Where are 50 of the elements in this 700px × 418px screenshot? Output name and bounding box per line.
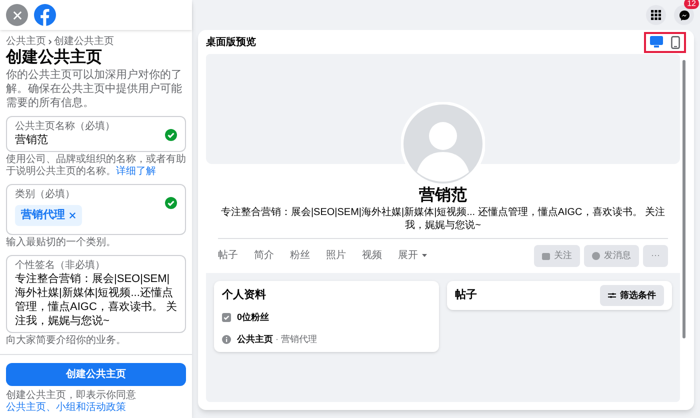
mobile-icon[interactable] (671, 36, 680, 48)
page-tab[interactable]: 帖子 (218, 248, 238, 264)
avatar-icon (401, 102, 485, 186)
breadcrumb-link[interactable]: 创建公共主页 (54, 36, 114, 48)
page-type-text: 公共主页 · 营销代理 (237, 332, 318, 346)
field-label: 个性签名（非必填） (15, 260, 106, 272)
more-tab[interactable]: 展开 (398, 248, 427, 264)
caret-icon (422, 254, 427, 258)
page-tab[interactable]: 照片 (326, 248, 346, 264)
notification-badge: 12 (684, 0, 699, 9)
help-text: 向大家简要介绍你的业务。 (6, 334, 127, 346)
field-label: 类别（必填） (15, 189, 76, 201)
terms-text: 创建公共主页，即表示你同意 公共主页、小组和活动政策 (6, 390, 137, 414)
logo-icon[interactable] (34, 4, 56, 26)
breadcrumb-link[interactable]: 公共主页 (6, 36, 46, 48)
messenger-button[interactable] (674, 5, 694, 25)
input-field[interactable]: 公共主页名称（必填） 营销范 (6, 116, 186, 152)
check-icon (222, 313, 231, 322)
page-heading: 创建公共主页 (6, 48, 103, 68)
desktop-icon[interactable] (650, 36, 663, 48)
help-text: 输入最贴切的一个类别。 (6, 236, 117, 248)
card-title: 帖子 (455, 288, 477, 303)
page-tab[interactable]: 粉丝 (290, 248, 310, 264)
close-button[interactable] (6, 4, 28, 26)
input-field[interactable]: 类别（必填） 营销代理 (6, 184, 186, 234)
chevron-icon (48, 39, 52, 45)
description-text: 你的公共主页可以加深用户对你的了解。确保在公共主页中提供用户可能需要的所有信息。 (6, 68, 183, 110)
policy-link[interactable]: 公共主页、小组和活动政策 (6, 402, 126, 413)
textarea-field[interactable]: 个性签名（非必填） 专注整合营销：展会|SEO|SEM|海外社媒|新媒体|短视频...还懂点管理，懂点AIGC，喜欢读书。 关注我，娓娓与您说~ (6, 254, 186, 332)
field-label: 公共主页名称（必填） (15, 121, 116, 133)
bio-text: 专注整合营销：展会|SEO|SEM|海外社媒|新媒体|短视频... 还懂点管理，懂点AIGC，喜欢读书。 关注我，娓娓与您说~ (220, 206, 666, 232)
menu-button[interactable] (646, 5, 666, 25)
close-icon[interactable] (69, 212, 76, 219)
filter-button[interactable]: 筛选条件 (600, 284, 664, 306)
page-tab[interactable]: 视频 (362, 248, 382, 264)
page-name: 营销范 (419, 186, 467, 206)
preview-title: 桌面版预览 (206, 36, 256, 50)
sliders-icon (608, 292, 616, 299)
field-value: 专注整合营销：展会|SEO|SEM|海外社媒|新媒体|短视频...还懂点管理，懂点AIGC，喜欢读书。 关注我，娓娓与您说~ (15, 272, 177, 328)
close-icon (12, 10, 22, 20)
menu-icon (651, 10, 661, 20)
followers-count: 0位粉丝 (237, 311, 270, 324)
help-text: 使用公司、品牌或组织的名称，或者有助于说明公共主页的名称。详细了解 (6, 154, 186, 178)
card-title: 个人资料 (222, 288, 267, 302)
field-value: 营销范 (15, 133, 49, 147)
category-tag[interactable]: 营销代理 (15, 205, 82, 226)
page-tab[interactable]: 简介 (254, 248, 274, 264)
info-icon (222, 334, 231, 344)
create-page-button[interactable]: 创建公共主页 (6, 363, 186, 386)
learn-more-link[interactable]: 详细了解 (116, 166, 156, 177)
